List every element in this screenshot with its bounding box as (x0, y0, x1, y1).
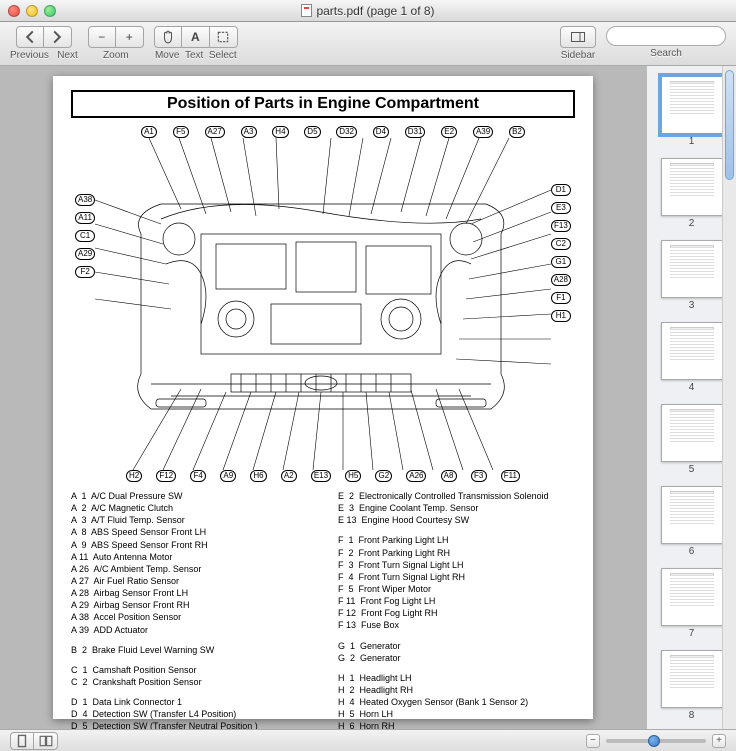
window-title-text: parts.pdf (page 1 of 8) (316, 4, 434, 18)
thumbnail[interactable]: 3 (661, 240, 723, 319)
pdf-page: Position of Parts in Engine Compartment … (53, 76, 593, 719)
arrow-right-icon (50, 30, 64, 44)
thumbnail-page[interactable] (661, 322, 723, 380)
thumbnail-number: 2 (661, 216, 723, 237)
thumbnail-number: 6 (661, 544, 723, 565)
plus-icon: + (126, 30, 133, 44)
minus-icon: − (98, 30, 105, 44)
status-bar: − + (0, 729, 736, 751)
parts-group: D 1 Data Link Connector 1 D 4 Detection … (71, 696, 308, 729)
document-icon (301, 4, 312, 17)
text-icon: A (191, 30, 200, 44)
select-icon (216, 30, 230, 44)
parts-list: A 1 A/C Dual Pressure SW A 2 A/C Magneti… (71, 490, 575, 729)
tool-labels: Move Text Select (155, 50, 237, 61)
next-button[interactable] (44, 26, 72, 48)
thumbnail[interactable]: 8 (661, 650, 723, 729)
thumbnail-page[interactable] (661, 240, 723, 298)
thumbnail-sidebar[interactable]: 1 2 3 4 5 6 7 8 (646, 66, 736, 729)
two-page-button[interactable] (34, 732, 58, 750)
parts-group: E 2 Electronically Controlled Transmissi… (338, 490, 575, 526)
thumbnail-page[interactable] (661, 486, 723, 544)
parts-group: C 1 Camshaft Position Sensor C 2 Cranksh… (71, 664, 308, 688)
view-mode-switcher (10, 732, 58, 750)
thumbnail-number: 4 (661, 380, 723, 401)
thumbnail[interactable]: 5 (661, 404, 723, 483)
thumbnail[interactable]: 2 (661, 158, 723, 237)
thumbnail-page[interactable] (661, 568, 723, 626)
zoom-in-status[interactable]: + (712, 734, 726, 748)
nav-labels: Previous Next (10, 50, 78, 61)
thumbnail-number: 5 (661, 462, 723, 483)
zoom-in-button[interactable]: + (116, 26, 144, 48)
thumbnail-page[interactable] (661, 158, 723, 216)
zoom-out-status[interactable]: − (586, 734, 600, 748)
sidebar-toggle-button[interactable] (560, 26, 596, 48)
zoom-slider[interactable] (606, 739, 706, 743)
thumbnail-page[interactable] (661, 76, 723, 134)
parts-group: G 1 Generator G 2 Generator (338, 640, 575, 664)
search-group: Search (606, 26, 726, 59)
sidebar-group: Sidebar (560, 26, 596, 61)
thumbnail-number: 1 (661, 134, 723, 155)
window-titlebar: parts.pdf (page 1 of 8) (0, 0, 736, 22)
page-icon (15, 734, 29, 748)
single-page-button[interactable] (10, 732, 34, 750)
text-tool-button[interactable]: A (182, 26, 210, 48)
window-title: parts.pdf (page 1 of 8) (0, 4, 736, 18)
parts-column-right: E 2 Electronically Controlled Transmissi… (338, 490, 575, 729)
parts-group: B 2 Brake Fluid Level Warning SW (71, 644, 308, 656)
parts-group: F 1 Front Parking Light LH F 2 Front Par… (338, 534, 575, 631)
engine-diagram: A1F5A27A3H4D5D32D4D31E2A39B2 A38A11C1A29… (71, 124, 575, 484)
thumbnail-number: 3 (661, 298, 723, 319)
sidebar-icon (571, 30, 585, 44)
scrollbar-thumb[interactable] (725, 70, 734, 180)
thumbnail[interactable]: 6 (661, 486, 723, 565)
thumbnail-page[interactable] (661, 650, 723, 708)
arrow-left-icon (23, 30, 37, 44)
move-tool-button[interactable] (154, 26, 182, 48)
content-area: Position of Parts in Engine Compartment … (0, 66, 736, 729)
tool-group: A Move Text Select (154, 26, 238, 61)
thumbnail-page[interactable] (661, 404, 723, 462)
zoom-slider-knob[interactable] (648, 735, 660, 747)
two-page-icon (39, 734, 53, 748)
hand-icon (161, 30, 175, 44)
thumbnail[interactable]: 4 (661, 322, 723, 401)
toolbar: Previous Next − + Zoom A Move Text Selec… (0, 22, 736, 66)
thumbnail-number: 7 (661, 626, 723, 647)
parts-group: H 1 Headlight LH H 2 Headlight RH H 4 He… (338, 672, 575, 729)
sidebar-label: Sidebar (561, 50, 595, 61)
thumbnail[interactable]: 7 (661, 568, 723, 647)
previous-button[interactable] (16, 26, 44, 48)
search-input[interactable] (606, 26, 726, 46)
zoom-label: Zoom (103, 50, 129, 61)
parts-column-left: A 1 A/C Dual Pressure SW A 2 A/C Magneti… (71, 490, 308, 729)
page-viewport[interactable]: Position of Parts in Engine Compartment … (0, 66, 646, 729)
parts-group: A 1 A/C Dual Pressure SW A 2 A/C Magneti… (71, 490, 308, 636)
diagram-svg (71, 124, 575, 484)
page-title: Position of Parts in Engine Compartment (71, 90, 575, 118)
nav-group: Previous Next (10, 26, 78, 61)
zoom-group: − + Zoom (88, 26, 144, 61)
thumbnail-number: 8 (661, 708, 723, 729)
sidebar-scrollbar[interactable] (722, 66, 736, 729)
search-label: Search (650, 48, 682, 59)
select-tool-button[interactable] (210, 26, 238, 48)
zoom-out-button[interactable]: − (88, 26, 116, 48)
thumbnail[interactable]: 1 (661, 76, 723, 155)
